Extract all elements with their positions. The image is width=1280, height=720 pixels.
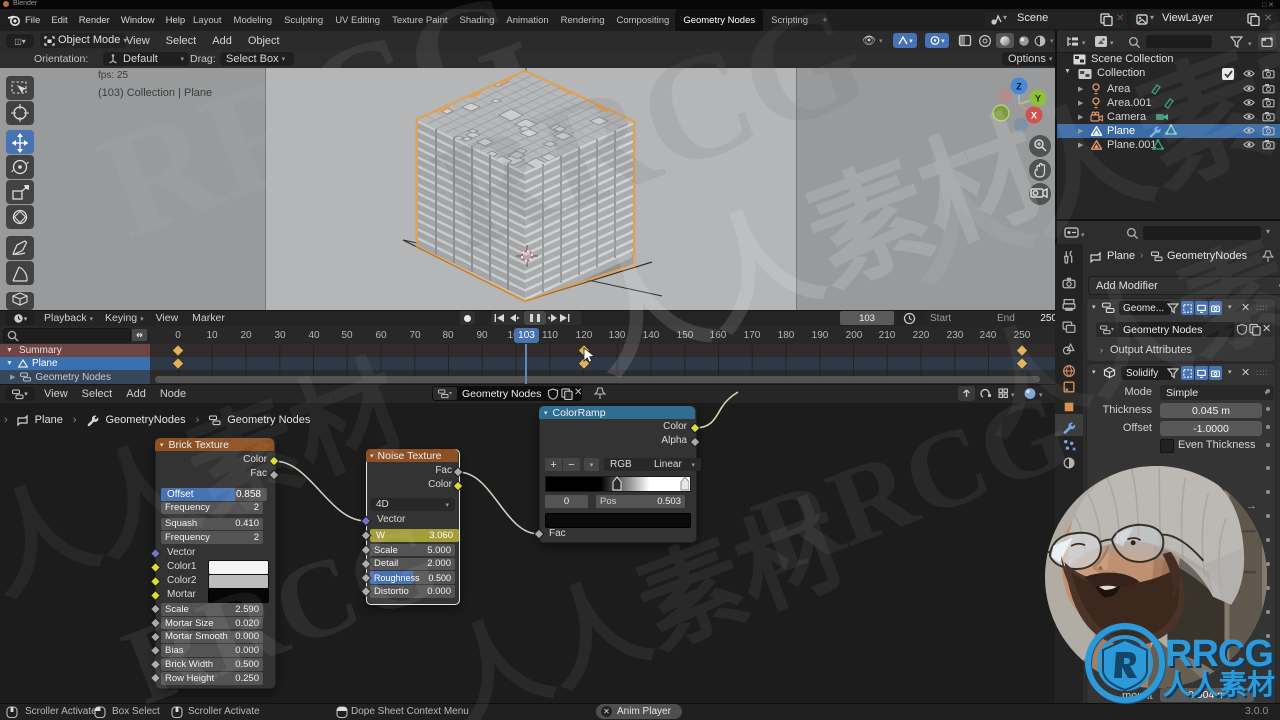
svg-text:▾: ▾ bbox=[1110, 40, 1114, 47]
svg-text:▾: ▾ bbox=[1081, 232, 1085, 239]
svg-text:人人素材: 人人素材 bbox=[1163, 669, 1275, 700]
svg-text:▾: ▾ bbox=[1248, 41, 1252, 48]
svg-text:▾: ▾ bbox=[1082, 40, 1086, 47]
